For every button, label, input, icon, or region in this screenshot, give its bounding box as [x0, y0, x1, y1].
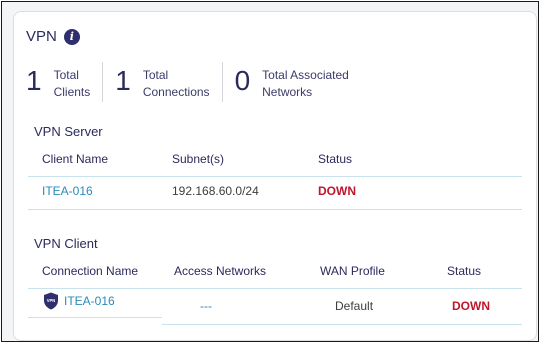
server-subnet: 192.168.60.0/24 — [172, 184, 259, 198]
status-badge: DOWN — [318, 184, 356, 198]
header-divider — [28, 288, 522, 289]
stat-label: Total Connections — [142, 68, 210, 99]
stat-total-associated-networks: 0 Total Associated Networks — [235, 62, 361, 101]
status-badge: DOWN — [452, 299, 490, 313]
stat-total-clients: 1 Total Clients — [26, 62, 102, 101]
card-header: VPN i — [26, 28, 80, 45]
column-header-access-networks: Access Networks — [174, 264, 267, 278]
stats-summary: 1 Total Clients 1 Total Connections 0 Tota… — [26, 62, 361, 102]
card-title: VPN — [26, 28, 57, 45]
stat-divider — [221, 62, 223, 102]
client-access-networks: --- — [200, 299, 212, 313]
row-divider — [162, 324, 522, 325]
stat-value: 1 — [26, 65, 42, 96]
svg-text:VPN: VPN — [47, 298, 56, 303]
header-divider — [28, 176, 522, 177]
stat-divider — [102, 62, 104, 102]
server-client-name-link[interactable]: ITEA-016 — [42, 184, 93, 198]
vpn-server-title: VPN Server — [34, 124, 103, 139]
stat-value: 0 — [234, 65, 251, 96]
vpn-client-title: VPN Client — [34, 236, 98, 251]
column-header-status: Status — [318, 152, 353, 166]
stat-label: Total Clients — [53, 68, 91, 99]
client-wan-profile: Default — [335, 299, 374, 313]
column-header-wan-profile: WAN Profile — [320, 264, 385, 278]
column-header-subnets: Subnet(s) — [172, 152, 225, 166]
stat-label: Total Associated Networks — [262, 68, 349, 99]
column-header-status: Status — [447, 264, 482, 278]
row-divider — [28, 209, 522, 210]
column-header-client-name: Client Name — [42, 152, 109, 166]
window-frame: VPN i 1 Total Clients 1 Total Connections … — [1, 1, 539, 342]
row-divider — [28, 317, 162, 318]
vpn-card: VPN i 1 Total Clients 1 Total Connections … — [13, 11, 537, 341]
stat-value: 1 — [115, 65, 131, 96]
client-connection-name-link[interactable]: ITEA-016 — [64, 294, 115, 308]
stat-total-connections: 1 Total Connections — [115, 62, 221, 101]
info-icon[interactable]: i — [63, 28, 80, 45]
column-header-connection-name: Connection Name — [42, 264, 139, 278]
vpn-shield-icon: VPN — [44, 292, 58, 310]
